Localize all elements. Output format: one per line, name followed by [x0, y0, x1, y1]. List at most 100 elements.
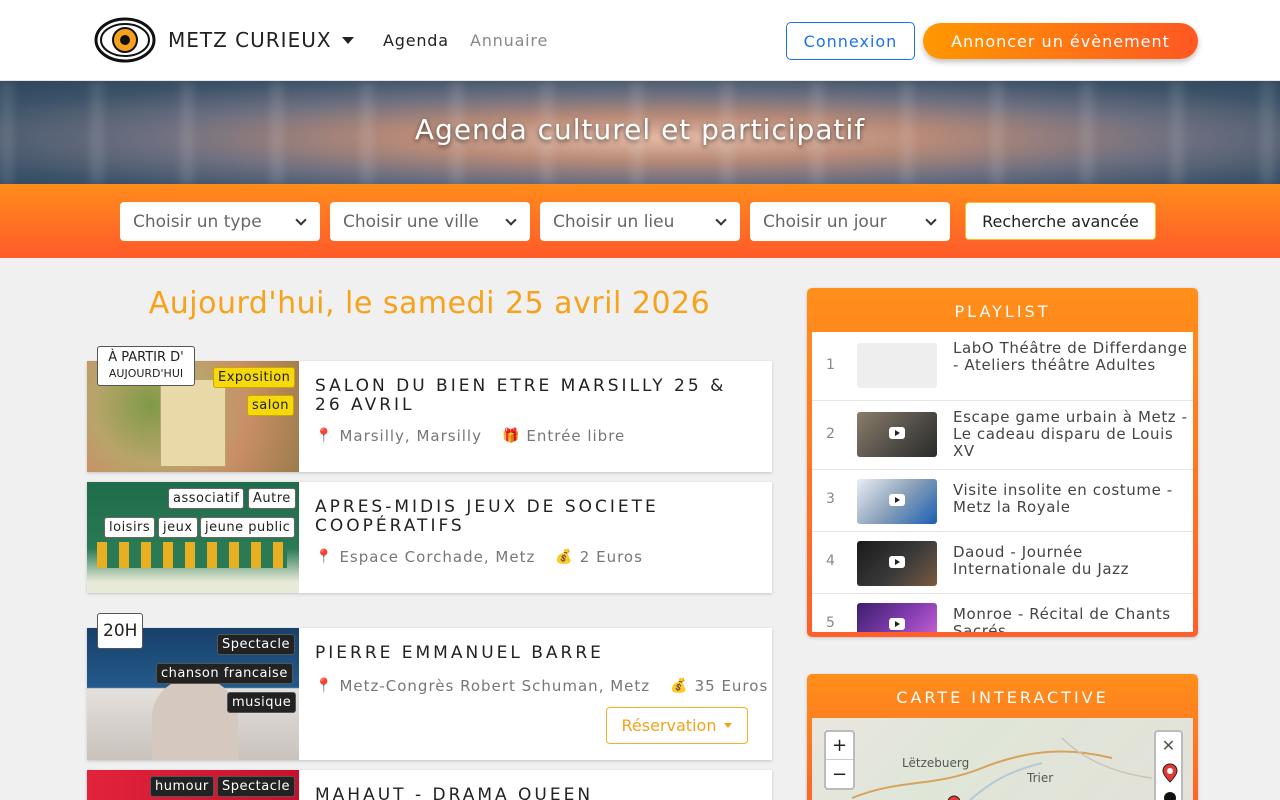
close-icon[interactable]: ✕ [1156, 736, 1181, 755]
navbar: METZ CURIEUX Agenda Annuaire Connexion A… [0, 0, 1280, 81]
city-select-label: Choisir une ville [343, 211, 479, 232]
event-card[interactable]: humour Spectacle MAHAUT - DRAMA QUEEN [87, 770, 772, 800]
advanced-search-button[interactable]: Recherche avancée [965, 202, 1156, 240]
tag-loisirs[interactable]: loisirs [104, 517, 156, 538]
artist-portrait [152, 678, 238, 760]
zoom-in-button[interactable]: + [826, 732, 853, 760]
tag-salon[interactable]: salon [247, 395, 295, 416]
play-icon [889, 618, 905, 630]
tag-spectacle[interactable]: Spectacle [217, 776, 295, 797]
event-location: Marsilly, Marsilly [339, 427, 482, 445]
event-location: Espace Corchade, Metz [339, 548, 536, 566]
tag-jeune-public[interactable]: jeune public [200, 517, 296, 538]
chevron-down-icon [295, 214, 307, 226]
eye-logo-icon[interactable] [94, 17, 156, 63]
play-icon [889, 556, 905, 568]
event-meta: 📍 Metz-Congrès Robert Schuman, Metz 💰 35… [315, 677, 768, 695]
chevron-down-icon [724, 723, 733, 728]
playlist-item-number: 3 [826, 491, 835, 507]
date-badge: À PARTIR D' AUJOURD'HUI [97, 346, 195, 386]
poster-pattern [97, 542, 287, 568]
time-badge: 20H [97, 613, 143, 649]
nav-agenda[interactable]: Agenda [383, 31, 449, 50]
announce-event-button[interactable]: Annoncer un évènement [923, 23, 1198, 59]
event-price: 35 Euros [694, 677, 769, 695]
playlist-item-number: 4 [826, 553, 835, 569]
gift-icon: 🎁 [501, 428, 521, 444]
map-panel: CARTE INTERACTIVE Lëtzebuerg Trier + − ✕ [807, 674, 1198, 800]
map-marker-icon[interactable] [946, 794, 962, 800]
event-meta: 📍 Marsilly, Marsilly 🎁 Entrée libre [315, 427, 625, 445]
tag-jeux[interactable]: jeux [158, 517, 198, 538]
video-thumbnail[interactable] [857, 343, 937, 388]
chevron-down-icon [925, 214, 937, 226]
event-card[interactable]: associatif Autre loisirs jeux jeune publ… [87, 482, 772, 593]
reservation-label: Réservation [621, 716, 717, 735]
playlist-item-title: LabO Théâtre de Differdange - Ateliers t… [953, 339, 1188, 374]
tag-chanson-francaise[interactable]: chanson francaise [156, 663, 293, 684]
type-select[interactable]: Choisir un type [120, 202, 320, 241]
event-title[interactable]: PIERRE EMMANUEL BARRE [315, 644, 758, 663]
playlist-item-number: 1 [826, 357, 835, 373]
hero-title: Agenda culturel et participatif [414, 113, 866, 146]
event-title[interactable]: APRES-MIDIS JEUX DE SOCIETE COOPÉRATIFS [315, 498, 758, 536]
map-roads [851, 737, 1153, 800]
place-select[interactable]: Choisir un lieu [540, 202, 740, 241]
video-thumbnail[interactable] [857, 412, 937, 457]
tag-autre[interactable]: Autre [248, 488, 296, 509]
tag-exposition[interactable]: Exposition [213, 367, 296, 388]
map-label-trier: Trier [1027, 771, 1054, 785]
login-button[interactable]: Connexion [786, 22, 915, 60]
filter-bar: Choisir un type Choisir une ville Choisi… [0, 184, 1280, 258]
place-select-label: Choisir un lieu [553, 211, 675, 232]
tag-associatif[interactable]: associatif [168, 488, 245, 509]
chevron-down-icon [341, 36, 354, 44]
map-marker-icon: 📍 [315, 678, 334, 694]
tag-humour[interactable]: humour [150, 776, 214, 797]
playlist-item[interactable]: 5 Monroe - Récital de Chants Sacrés [812, 594, 1193, 632]
event-location: Metz-Congrès Robert Schuman, Metz [339, 677, 651, 695]
playlist-list[interactable]: 1 LabO Théâtre de Differdange - Ateliers… [812, 332, 1193, 632]
date-badge-line1: À PARTIR D' [108, 350, 184, 365]
video-thumbnail[interactable] [857, 603, 937, 632]
day-select[interactable]: Choisir un jour [750, 202, 950, 241]
nav-annuaire[interactable]: Annuaire [470, 31, 548, 50]
playlist-item-title: Escape game urbain à Metz - Le cadeau di… [953, 408, 1188, 460]
play-icon [889, 427, 905, 439]
video-thumbnail[interactable] [857, 479, 937, 524]
reservation-dropdown-button[interactable]: Réservation [606, 707, 748, 744]
interactive-map[interactable]: Lëtzebuerg Trier + − ✕ [812, 718, 1193, 800]
map-marker-legend-icon [1162, 763, 1178, 800]
brand-dropdown[interactable]: METZ CURIEUX [168, 28, 354, 52]
zoom-control: + − [824, 730, 855, 790]
date-badge-line2: AUJOURD'HUI [108, 367, 184, 380]
playlist-item-title: Monroe - Récital de Chants Sacrés [953, 605, 1171, 633]
playlist-item-number: 2 [826, 426, 835, 442]
video-thumbnail[interactable] [857, 541, 937, 586]
city-select[interactable]: Choisir une ville [330, 202, 530, 241]
zoom-out-button[interactable]: − [826, 760, 853, 788]
tag-musique[interactable]: musique [227, 692, 297, 713]
playlist-item-title: Daoud - Journée Internationale du Jazz [953, 543, 1130, 578]
hero-banner: Agenda culturel et participatif [0, 81, 1280, 185]
event-card[interactable]: 20H Spectacle chanson francaise musique … [87, 613, 772, 760]
event-title[interactable]: MAHAUT - DRAMA QUEEN [315, 786, 758, 800]
money-icon: 💰 [670, 678, 689, 694]
tag-spectacle[interactable]: Spectacle [217, 634, 295, 655]
event-meta: 📍 Espace Corchade, Metz 💰 2 Euros [315, 548, 643, 566]
event-price: Entrée libre [526, 427, 626, 445]
playlist-item[interactable]: 2 Escape game urbain à Metz - Le cadeau … [812, 401, 1193, 470]
map-filter-control: ✕ [1154, 730, 1183, 800]
playlist-item[interactable]: 4 Daoud - Journée Internationale du Jazz [812, 532, 1193, 594]
event-price: 2 Euros [579, 548, 643, 566]
brand-label: METZ CURIEUX [168, 28, 332, 52]
map-marker-icon: 📍 [315, 428, 334, 444]
chevron-down-icon [715, 214, 727, 226]
date-heading: Aujourd'hui, le samedi 25 avril 2026 [148, 286, 711, 321]
playlist-item[interactable]: 3 Visite insolite en costume - Metz la R… [812, 470, 1193, 532]
play-icon [889, 494, 905, 506]
event-card[interactable]: À PARTIR D' AUJOURD'HUI Exposition salon… [87, 346, 772, 472]
playlist-item[interactable]: 1 LabO Théâtre de Differdange - Ateliers… [812, 332, 1193, 401]
map-title: CARTE INTERACTIVE [896, 688, 1109, 707]
event-title[interactable]: SALON DU BIEN ETRE MARSILLY 25 & 26 AVRI… [315, 377, 758, 415]
